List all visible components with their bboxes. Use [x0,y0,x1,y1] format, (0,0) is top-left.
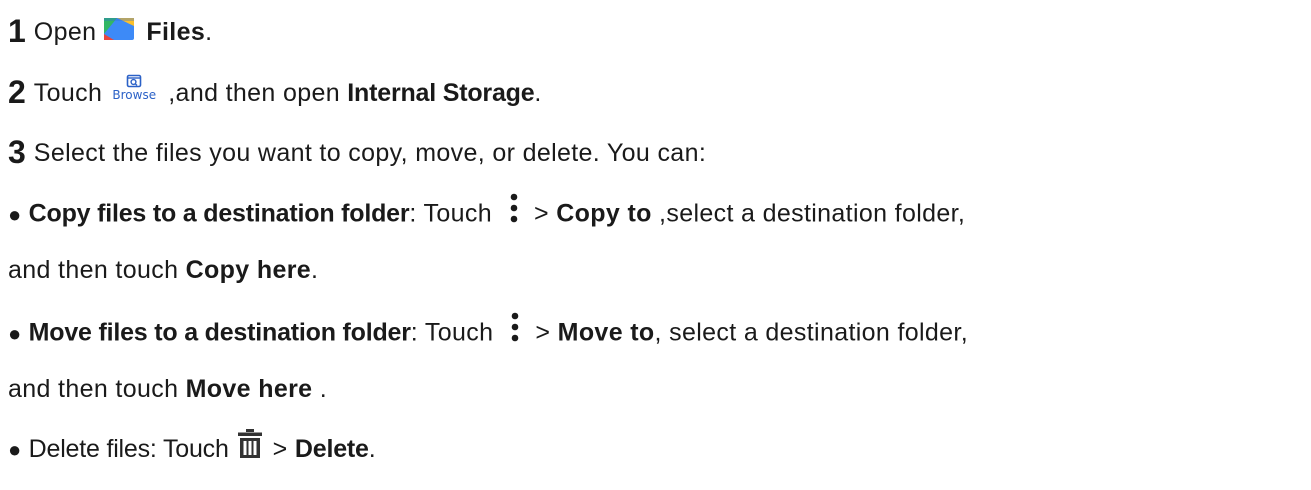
move-option-continued: and then touch Move here . [8,374,327,404]
copy-here-label: Copy here [185,256,312,284]
kebab-menu-icon [507,310,523,346]
trash-icon [237,428,263,460]
copy-rest-text: ,select a destination folder, [659,199,966,228]
step-1-period: . [205,18,213,46]
delete-action-label: Delete [294,435,369,463]
files-app-icon [104,16,135,42]
step-1: 1 Open Files. [8,13,213,49]
step-number: 1 [8,13,26,49]
move-cont-text: and then touch [8,375,186,403]
delete-period: . [368,435,377,463]
move-to-label: Move to [557,318,655,347]
move-option: ● Move files to a destination folder: Tou… [8,312,969,352]
move-rest-text: , select a destination folder, [654,318,969,347]
bullet: ● [8,320,22,346]
delete-gt: > [272,435,295,463]
step-number: 3 [8,134,26,170]
delete-label: Delete files: Touch [28,435,229,463]
move-option-title: Move files to a destination folder [28,318,411,347]
step-number: 2 [8,74,26,110]
step-2-period: . [534,79,542,107]
move-here-label: Move here [185,375,313,403]
kebab-menu-icon [506,191,522,227]
copy-gt: > [534,199,549,228]
browse-icon: Browse [102,73,166,103]
delete-option: ● Delete files: Touch > Delete. [8,429,377,466]
step-2: 2 Touch Browse ,and then open Internal Sto… [8,74,542,110]
step-3-text: Select the files you want to copy, move,… [33,139,707,167]
files-app-name: Files [146,18,206,46]
move-touch-text: : Touch [410,318,494,347]
copy-period: . [311,256,319,284]
step-2-then-open-text: ,and then open [168,79,348,107]
bullet: ● [8,201,22,227]
step-3: 3 Select the files you want to copy, move… [8,134,707,170]
instructions-document: 1 Open Files. 2 Touch Browse ,and then open… [0,0,1311,490]
copy-to-label: Copy to [556,199,652,228]
copy-cont-text: and then touch [8,256,186,284]
copy-option: ● Copy files to a destination folder: Tou… [8,193,966,233]
bullet: ● [8,437,22,462]
copy-option-continued: and then touch Copy here. [8,255,318,285]
browse-label: Browse [112,88,157,103]
internal-storage-label: Internal Storage [347,79,535,107]
move-period: . [312,375,328,403]
copy-touch-text: : Touch [409,199,492,228]
move-gt: > [535,318,558,347]
copy-option-title: Copy files to a destination folder [28,199,410,228]
step-2-touch-text: Touch [33,79,103,107]
step-1-open-text: Open [33,18,97,46]
